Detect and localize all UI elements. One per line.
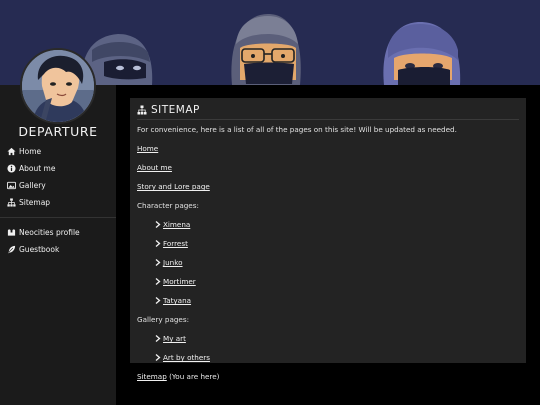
link-character-junko[interactable]: Junko (163, 258, 183, 267)
sitemap-panel: SITEMAP For convenience, here is a list … (130, 98, 526, 381)
link-gallery-art-by-others[interactable]: Art by others (163, 353, 210, 362)
sidebar-item-sitemap[interactable]: Sitemap (0, 194, 116, 211)
sidebar-item-label: Sitemap (19, 198, 51, 207)
sidebar-item-neocities[interactable]: Neocities profile (0, 224, 116, 241)
chevron-right-icon (155, 278, 161, 285)
chevron-right-icon (155, 240, 161, 247)
sidebar-item-label: About me (19, 164, 56, 173)
chevron-right-icon (155, 354, 161, 361)
link-character-tatyana[interactable]: Tatyana (163, 296, 191, 305)
sitemap-note: (You are here) (166, 372, 220, 381)
list-item: Ximena (137, 220, 519, 229)
list-item: Forrest (137, 239, 519, 248)
sidebar-item-label: Home (19, 147, 42, 156)
character-pages-label: Character pages: (137, 201, 199, 210)
page-title: SITEMAP (151, 104, 200, 116)
chevron-right-icon (155, 297, 161, 304)
panel-header: SITEMAP (137, 104, 519, 120)
list-item: My art (137, 334, 519, 343)
sidebar-item-home[interactable]: Home (0, 143, 116, 160)
link-home[interactable]: Home (137, 144, 158, 153)
gallery-pages-label: Gallery pages: (137, 315, 190, 324)
sidebar-divider (0, 217, 116, 218)
link-gallery-my-art[interactable]: My art (163, 334, 186, 343)
sitemap-icon (137, 105, 147, 115)
intro-text: For convenience, here is a list of all o… (137, 125, 457, 134)
list-item: Tatyana (137, 296, 519, 305)
link-character-forrest[interactable]: Forrest (163, 239, 188, 248)
chevron-right-icon (155, 335, 161, 342)
link-character-ximena[interactable]: Ximena (163, 220, 190, 229)
link-story-lore[interactable]: Story and Lore page (137, 182, 210, 191)
feather-icon (7, 245, 16, 254)
list-item: Junko (137, 258, 519, 267)
chevron-right-icon (155, 221, 161, 228)
list-item: Mortimer (137, 277, 519, 286)
chevron-right-icon (155, 259, 161, 266)
avatar (20, 48, 96, 124)
sidebar-item-guestbook[interactable]: Guestbook (0, 241, 116, 258)
link-about[interactable]: About me (137, 163, 172, 172)
sidebar-item-about[interactable]: About me (0, 160, 116, 177)
list-item: Art by others (137, 353, 519, 362)
site-title: DEPARTURE (18, 124, 98, 139)
link-character-mortimer[interactable]: Mortimer (163, 277, 196, 286)
sidebar-item-gallery[interactable]: Gallery (0, 177, 116, 194)
sidebar-item-label: Guestbook (19, 245, 60, 254)
neocities-icon (7, 228, 16, 237)
home-icon (7, 147, 16, 156)
link-sitemap[interactable]: Sitemap (137, 372, 167, 381)
sidebar-item-label: Gallery (19, 181, 46, 190)
info-icon (7, 164, 16, 173)
sidebar-item-label: Neocities profile (19, 228, 80, 237)
sitemap-icon (7, 198, 16, 207)
sidebar-nav: Home About me Gallery Sitemap Neocities … (0, 143, 116, 258)
gallery-icon (7, 181, 16, 190)
